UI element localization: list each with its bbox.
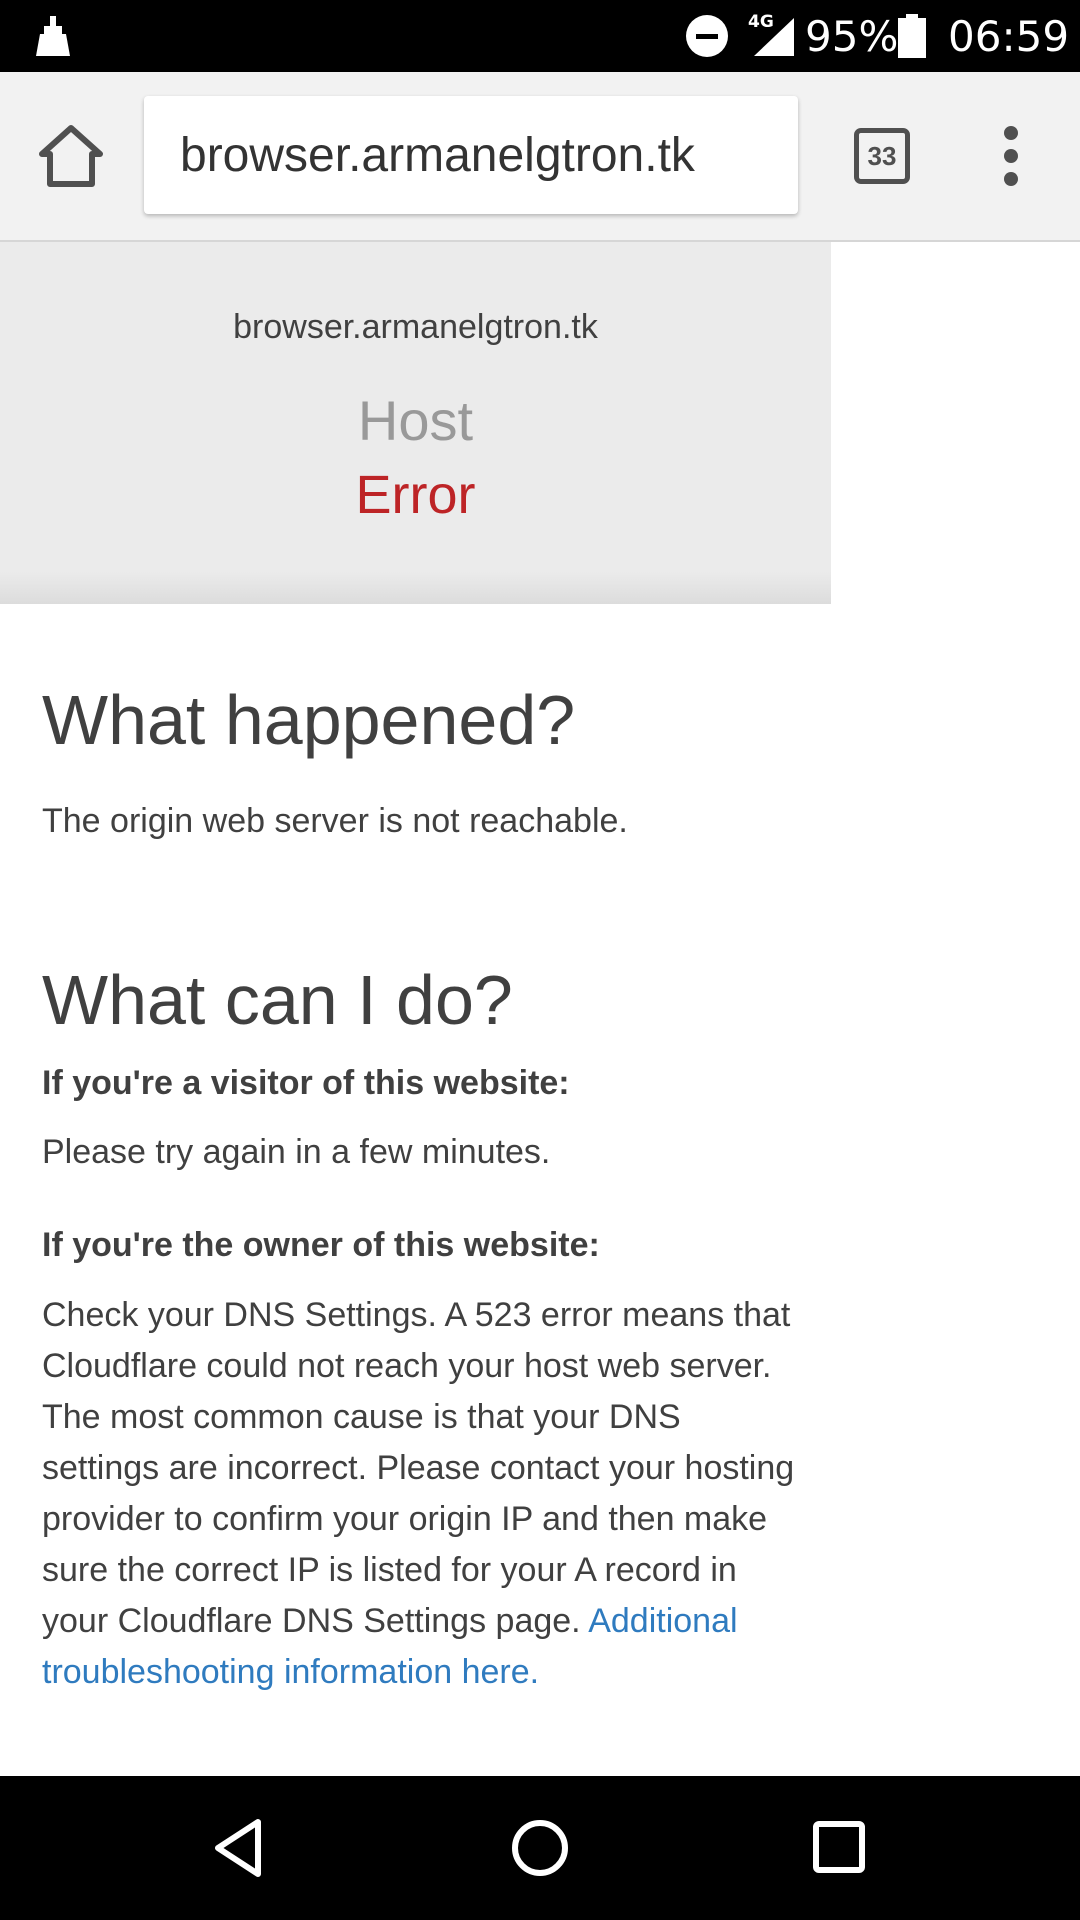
home-nav-icon[interactable] — [504, 1812, 576, 1884]
visitor-label: If you're a visitor of this website: — [42, 1064, 570, 1102]
host-label: Host — [357, 389, 474, 452]
status-bar: 4G 95% 06:59 — [0, 0, 1080, 72]
browser-toolbar: browser.armanelgtron.tk 33 — [0, 72, 1080, 242]
recents-icon[interactable] — [804, 1812, 876, 1884]
owner-text-body: Check your DNS Settings. A 523 error mea… — [42, 1296, 795, 1640]
what-happened-title: What happened? — [42, 681, 576, 759]
owner-text: Check your DNS Settings. A 523 error mea… — [42, 1290, 802, 1698]
tab-count: 33 — [867, 141, 897, 171]
tabs-icon[interactable]: 33 — [854, 128, 910, 184]
battery-icon — [898, 14, 926, 58]
dnd-icon — [686, 15, 728, 57]
clock: 06:59 — [948, 12, 1070, 61]
back-icon[interactable] — [204, 1812, 276, 1884]
more-icon[interactable] — [998, 126, 1024, 186]
host-domain: browser.armanelgtron.tk — [233, 308, 598, 346]
error-header: browser.armanelgtron.tk Host Error — [0, 242, 831, 604]
what-happened-text: The origin web server is not reachable. — [42, 802, 628, 840]
url-bar[interactable]: browser.armanelgtron.tk — [144, 96, 798, 214]
signal-icon — [754, 18, 794, 56]
owner-label: If you're the owner of this website: — [42, 1226, 600, 1264]
url-text[interactable]: browser.armanelgtron.tk — [180, 128, 695, 183]
error-label: Error — [355, 465, 476, 525]
notification-icon — [36, 16, 70, 56]
visitor-text: Please try again in a few minutes. — [42, 1133, 551, 1171]
battery-percent: 95% — [805, 12, 899, 61]
what-can-i-do-title: What can I do? — [42, 961, 513, 1039]
home-icon[interactable] — [38, 124, 104, 188]
navigation-bar — [0, 1776, 1080, 1920]
